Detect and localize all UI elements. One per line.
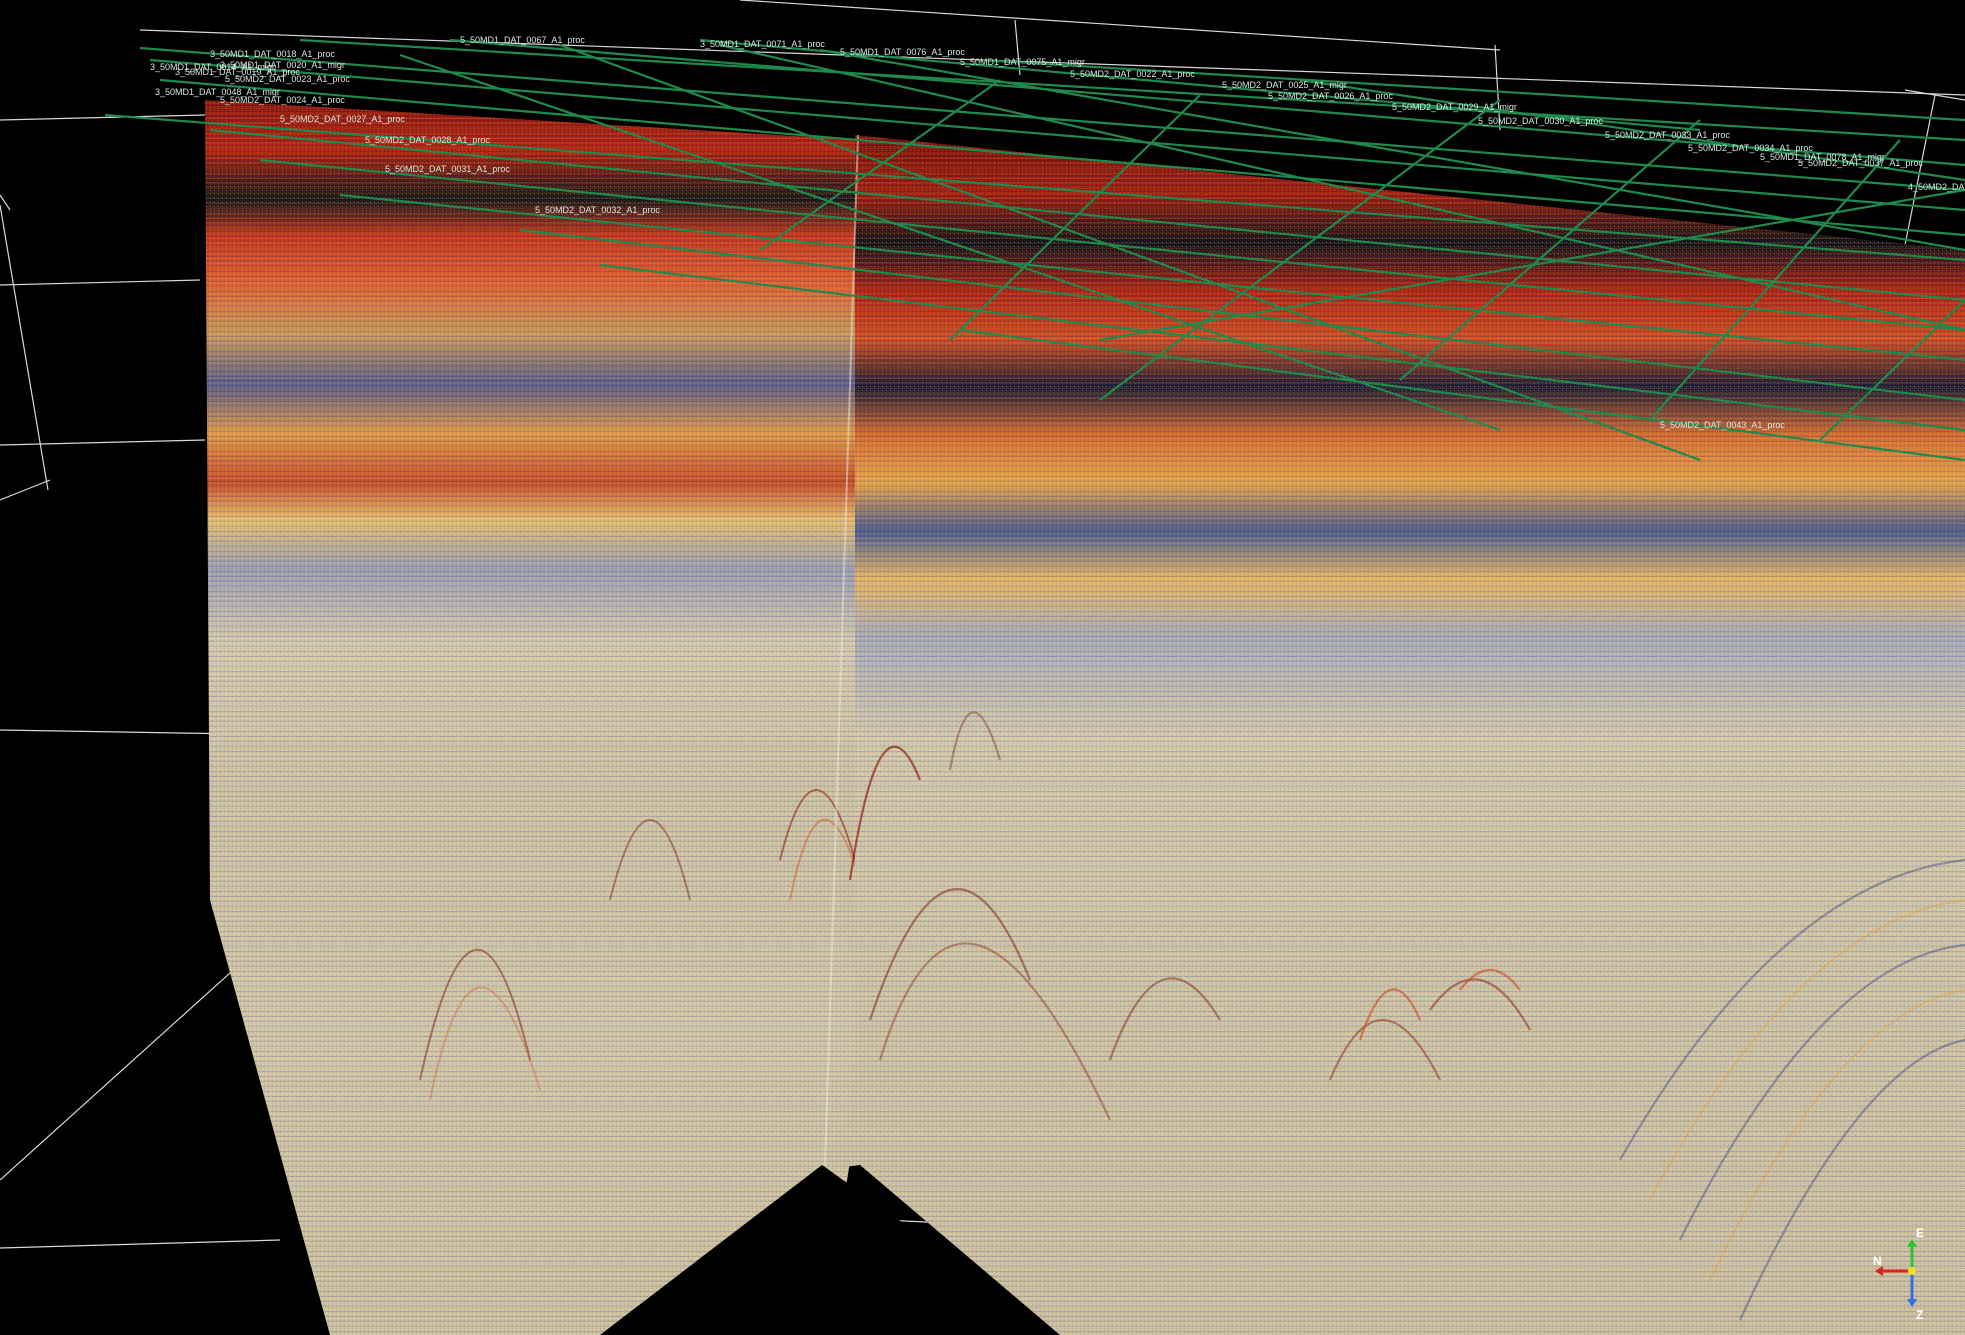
line-label: 4_50MD2_DAT_0041_A1_proc	[1908, 182, 1965, 192]
north-axis-label: N	[1873, 1254, 1882, 1268]
line-label: 5_50MD2_DAT_0026_A1_proc	[1268, 91, 1393, 101]
line-label: 5_50MD2_DAT_0028_A1_proc	[365, 135, 490, 145]
line-label: 5_50MD2_DAT_0032_A1_proc	[535, 205, 660, 215]
axis-origin	[1908, 1267, 1916, 1275]
line-label: 5_50MD2_DAT_0023_A1_proc	[225, 74, 350, 84]
line-label: 5_50MD2_DAT_0033_A1_proc	[1605, 130, 1730, 140]
line-label: 5_50MD2_DAT_0043_A1_proc	[1660, 420, 1785, 430]
orientation-axis-gizmo[interactable]: N E Z	[1867, 1221, 1947, 1321]
z-axis-label: Z	[1916, 1308, 1923, 1321]
east-axis-label: E	[1916, 1226, 1924, 1240]
line-label: 3_50MD1_DAT_0071_A1_proc	[700, 39, 825, 49]
line-label: 5_50MD1_DAT_0076_A1_proc	[840, 47, 965, 57]
line-label: 5_50MD2_DAT_0029_A1_migr	[1392, 102, 1517, 112]
line-label: 5_50MD2_DAT_0037_A1_proc	[1798, 158, 1923, 168]
seismic-scene[interactable]: 3_50MD1_DAT_0014_A1_migr 5_50MD1_DAT_006…	[0, 0, 1965, 1335]
line-label: 3_50MD1_DAT_0018_A1_proc	[210, 49, 335, 59]
line-label: 5_50MD2_DAT_0025_A1_migr	[1222, 80, 1347, 90]
y-axis-arrowhead	[1907, 1239, 1917, 1247]
z-axis-arrowhead	[1907, 1299, 1917, 1307]
line-label: 5_50MD2_DAT_0030_A1_proc	[1478, 116, 1603, 126]
line-label: 5_50MD2_DAT_0022_A1_proc	[1070, 69, 1195, 79]
line-label: 5_50MD1_DAT_0067_A1_proc	[460, 35, 585, 45]
line-label: 5_50MD2_DAT_0031_A1_proc	[385, 164, 510, 174]
line-label: 5_50MD2_DAT_0024_A1_proc	[220, 95, 345, 105]
line-label: 5_50MD1_DAT_0075_A1_migr	[960, 57, 1085, 67]
3d-viewport[interactable]: 3_50MD1_DAT_0014_A1_migr 5_50MD1_DAT_006…	[0, 0, 1965, 1335]
line-label: 5_50MD2_DAT_0027_A1_proc	[280, 114, 405, 124]
